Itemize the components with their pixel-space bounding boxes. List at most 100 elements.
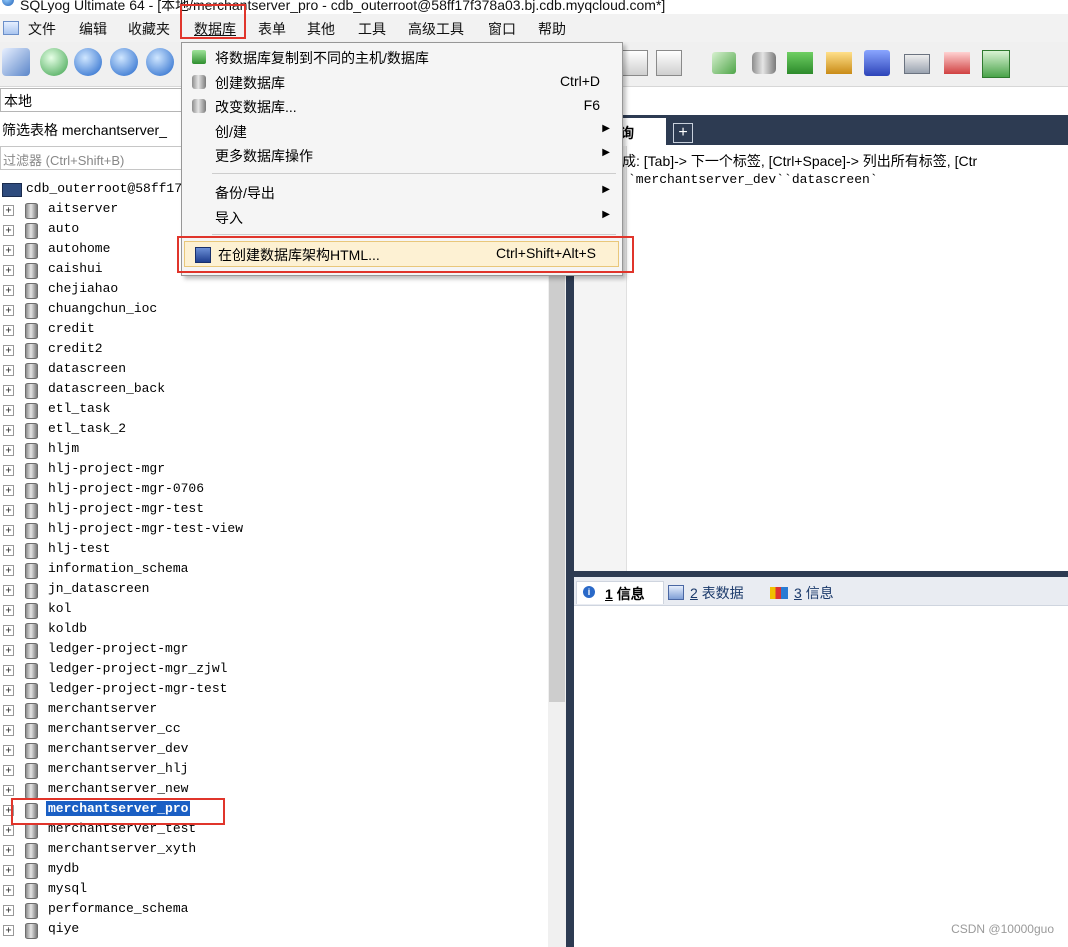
menu-advanced-tools[interactable]: 高级工具 xyxy=(408,19,464,39)
expand-icon[interactable]: + xyxy=(3,565,14,576)
tree-item-database[interactable]: + hlj-project-mgr-0706 xyxy=(0,480,548,500)
connection-select[interactable]: 本地 xyxy=(0,88,187,112)
window-menu-icon[interactable] xyxy=(3,21,19,35)
menu-table[interactable]: 表单 xyxy=(258,19,286,39)
tree-item-database[interactable]: + datascreen_back xyxy=(0,380,548,400)
tree-item-database[interactable]: + mysql xyxy=(0,880,548,900)
schema-designer-icon[interactable] xyxy=(982,50,1010,78)
menu-copy-database[interactable]: 将数据库复制到不同的主机/数据库 xyxy=(182,45,622,69)
tree-item-database[interactable]: + merchantserver_new xyxy=(0,780,548,800)
menu-edit[interactable]: 编辑 xyxy=(79,19,107,39)
expand-icon[interactable]: + xyxy=(3,405,14,416)
expand-icon[interactable]: + xyxy=(3,365,14,376)
expand-icon[interactable]: + xyxy=(3,205,14,216)
data-sync-icon[interactable] xyxy=(787,52,813,74)
expand-icon[interactable]: + xyxy=(3,445,14,456)
expand-icon[interactable]: + xyxy=(3,725,14,736)
expand-icon[interactable]: + xyxy=(3,385,14,396)
tree-item-database[interactable]: + ledger-project-mgr_zjwl xyxy=(0,660,548,680)
expand-icon[interactable]: + xyxy=(3,765,14,776)
menu-backup-export[interactable]: 备份/导出 ▶ xyxy=(182,180,622,204)
menu-create-database[interactable]: 创建数据库 Ctrl+D xyxy=(182,70,622,94)
menu-file[interactable]: 文件 xyxy=(28,19,56,39)
tree-item-database[interactable]: + hljm xyxy=(0,440,548,460)
menu-window[interactable]: 窗口 xyxy=(488,19,516,39)
menu-help[interactable]: 帮助 xyxy=(538,19,566,39)
new-connection-icon[interactable] xyxy=(40,48,68,76)
expand-icon[interactable]: + xyxy=(3,925,14,936)
tree-item-database[interactable]: + etl_task xyxy=(0,400,548,420)
expand-icon[interactable]: + xyxy=(3,745,14,756)
tree-item-database[interactable]: + chejiahao xyxy=(0,280,548,300)
expand-icon[interactable]: + xyxy=(3,865,14,876)
menu-alter-database[interactable]: 改变数据库... F6 xyxy=(182,94,622,118)
menu-more-database-operations[interactable]: 更多数据库操作 ▶ xyxy=(182,143,622,167)
tree-item-database[interactable]: + performance_schema xyxy=(0,900,548,920)
menu-tools[interactable]: 工具 xyxy=(358,19,386,39)
expand-icon[interactable]: + xyxy=(3,785,14,796)
tree-item-database[interactable]: + hlj-project-mgr xyxy=(0,460,548,480)
tree-item-database[interactable]: + merchantserver_dev xyxy=(0,740,548,760)
tree-item-database[interactable]: + datascreen xyxy=(0,360,548,380)
connect-icon[interactable] xyxy=(2,48,30,76)
expand-icon[interactable]: + xyxy=(3,645,14,656)
menu-create-submenu[interactable]: 创/建 ▶ xyxy=(182,119,622,143)
import-icon[interactable] xyxy=(826,52,852,74)
tree-item-database[interactable]: + qiye xyxy=(0,920,548,940)
tree-item-database[interactable]: + merchantserver xyxy=(0,700,548,720)
execute-icon[interactable] xyxy=(74,48,102,76)
expand-icon[interactable]: + xyxy=(3,245,14,256)
grid-icon[interactable] xyxy=(622,50,648,76)
tree-item-database[interactable]: + hlj-test xyxy=(0,540,548,560)
expand-icon[interactable]: + xyxy=(3,825,14,836)
expand-icon[interactable]: + xyxy=(3,305,14,316)
tree-item-database[interactable]: + hlj-project-mgr-test xyxy=(0,500,548,520)
tree-item-database[interactable]: + ledger-project-mgr-test xyxy=(0,680,548,700)
tree-item-database[interactable]: + chuangchun_ioc xyxy=(0,300,548,320)
tree-item-database[interactable]: + credit xyxy=(0,320,548,340)
expand-icon[interactable]: + xyxy=(3,665,14,676)
expand-icon[interactable]: + xyxy=(3,285,14,296)
tree-item-database[interactable]: + koldb xyxy=(0,620,548,640)
expand-icon[interactable]: + xyxy=(3,525,14,536)
expand-icon[interactable]: + xyxy=(3,225,14,236)
expand-icon[interactable]: + xyxy=(3,905,14,916)
scheduled-jobs-icon[interactable] xyxy=(904,54,930,74)
menu-favorites[interactable]: 收藏夹 xyxy=(128,19,170,39)
expand-icon[interactable]: + xyxy=(3,485,14,496)
editor-code-line[interactable]: `merchantserver_dev``datascreen` xyxy=(628,172,878,187)
expand-icon[interactable]: + xyxy=(3,585,14,596)
execute-all-icon[interactable] xyxy=(110,48,138,76)
expand-icon[interactable]: + xyxy=(3,685,14,696)
tree-item-database[interactable]: + merchantserver_cc xyxy=(0,720,548,740)
schema-sync-icon[interactable] xyxy=(712,52,736,74)
query-editor[interactable] xyxy=(574,146,1068,571)
expand-icon[interactable]: + xyxy=(3,425,14,436)
expand-icon[interactable]: + xyxy=(3,625,14,636)
tree-item-database[interactable]: + hlj-project-mgr-test-view xyxy=(0,520,548,540)
add-tab-button[interactable]: + xyxy=(673,123,693,143)
expand-icon[interactable]: + xyxy=(3,265,14,276)
tree-item-database[interactable]: + ledger-project-mgr xyxy=(0,640,548,660)
expand-icon[interactable]: + xyxy=(3,605,14,616)
report-icon[interactable] xyxy=(944,52,970,74)
menu-other[interactable]: 其他 xyxy=(307,19,335,39)
expand-icon[interactable]: + xyxy=(3,885,14,896)
expand-icon[interactable]: + xyxy=(3,345,14,356)
tree-item-database[interactable]: + merchantserver_xyth xyxy=(0,840,548,860)
expand-icon[interactable]: + xyxy=(3,505,14,516)
result-tab-messages[interactable]: i 1 信息 xyxy=(576,581,664,604)
result-area[interactable] xyxy=(574,606,1068,947)
tree-item-database[interactable]: + information_schema xyxy=(0,560,548,580)
expand-icon[interactable]: + xyxy=(3,325,14,336)
tree-item-database[interactable]: + credit2 xyxy=(0,340,548,360)
expand-icon[interactable]: + xyxy=(3,545,14,556)
user-manager-icon[interactable] xyxy=(864,50,890,76)
filter-input[interactable]: 过滤器 (Ctrl+Shift+B) xyxy=(0,146,187,170)
tree-item-database[interactable]: + kol xyxy=(0,600,548,620)
expand-icon[interactable]: + xyxy=(3,465,14,476)
expand-icon[interactable]: + xyxy=(3,705,14,716)
tree-item-database[interactable]: + mydb xyxy=(0,860,548,880)
tree-item-database[interactable]: + jn_datascreen xyxy=(0,580,548,600)
menu-import[interactable]: 导入 ▶ xyxy=(182,205,622,229)
